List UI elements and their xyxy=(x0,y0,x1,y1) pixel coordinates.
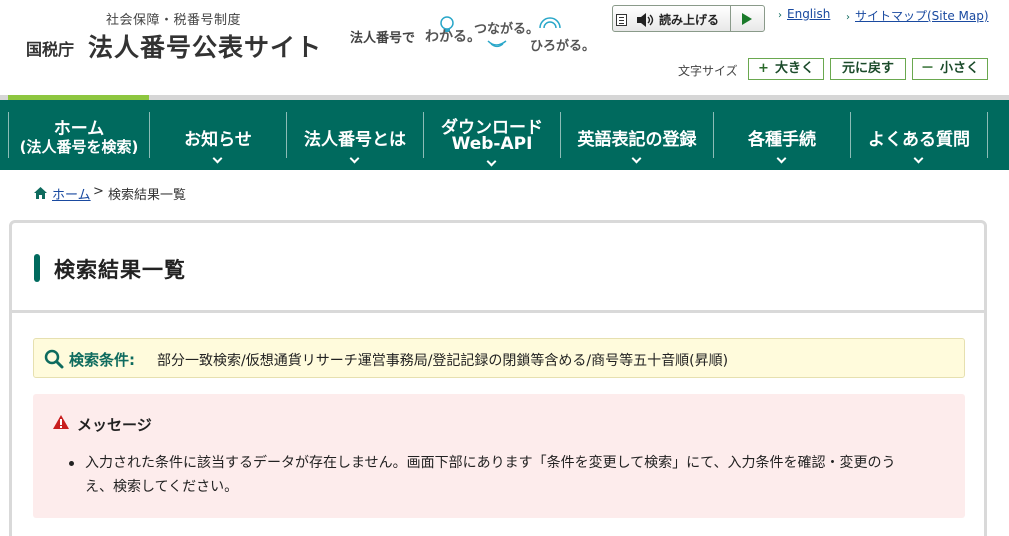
nav-item-sublabel: (法人番号を検索) xyxy=(19,138,139,156)
minus-icon: － xyxy=(920,61,934,76)
nav-item-procedures[interactable]: 各種手続 xyxy=(714,100,850,170)
nav-item-news[interactable]: お知らせ xyxy=(150,100,286,170)
nav-item-sublabel: Web-API xyxy=(451,134,533,154)
title-divider xyxy=(12,310,984,313)
global-nav: ホーム (法人番号を検索) お知らせ 法人番号とは ダウンロード Web-API… xyxy=(0,100,1009,170)
breadcrumb-home-link[interactable]: ホーム xyxy=(52,184,91,203)
search-icon xyxy=(44,349,64,369)
nav-item-faq[interactable]: よくある質問 xyxy=(851,100,987,170)
font-large-button[interactable]: + 大きく xyxy=(748,58,824,80)
chevron-down-icon xyxy=(631,153,642,164)
breadcrumb-current: 検索結果一覧 xyxy=(108,188,187,203)
play-icon[interactable] xyxy=(742,13,752,25)
chevron-down-icon xyxy=(913,153,924,164)
chevron-down-icon xyxy=(486,156,497,167)
tagline-prefix: 法人番号で xyxy=(350,31,416,46)
message-line-2: え、検索してください。 xyxy=(85,479,239,495)
font-reset-button[interactable]: 元に戻す xyxy=(830,58,906,80)
read-aloud-button[interactable]: 読み上げる xyxy=(613,6,731,31)
site-tagline: 法人番号で わかる。 つながる。 ひろがる。 xyxy=(350,14,600,54)
plus-icon: + xyxy=(758,61,769,76)
nav-divider xyxy=(987,112,988,158)
chevron-down-icon xyxy=(349,153,360,164)
font-size-label: 文字サイズ xyxy=(678,64,738,78)
read-aloud-label: 読み上げる xyxy=(659,13,720,27)
chevron-down-icon xyxy=(776,153,787,164)
nav-item-english-registration[interactable]: 英語表記の登録 xyxy=(561,100,713,170)
english-link-row: › English xyxy=(778,7,830,21)
message-box: メッセージ 入力された条件に該当するデータが存在しません。画面下部にあります「条… xyxy=(33,394,965,518)
logo-agency: 国税庁 xyxy=(26,40,75,59)
read-aloud-menu-icon[interactable] xyxy=(616,14,627,26)
logo-subtitle: 社会保障・税番号制度 xyxy=(106,13,242,28)
nav-item-home[interactable]: ホーム (法人番号を検索) xyxy=(9,100,149,170)
nav-item-label: 法人番号とは xyxy=(304,130,406,150)
tagline-word-wakaru: わかる。 xyxy=(425,29,481,45)
search-condition-box: 検索条件: 部分一致検索/仮想通貨リサーチ運営事務局/登記記録の閉鎖等含める/商… xyxy=(33,338,965,378)
home-icon xyxy=(34,187,47,199)
message-line-1: 入力された条件に該当するデータが存在しません。画面下部にあります「条件を変更して… xyxy=(85,455,896,471)
font-large-label: 大きく xyxy=(774,61,814,76)
title-accent-bar xyxy=(34,254,40,282)
nav-item-label: 英語表記の登録 xyxy=(577,130,697,150)
message-list: 入力された条件に該当するデータが存在しません。画面下部にあります「条件を変更して… xyxy=(69,451,945,499)
message-title: メッセージ xyxy=(77,416,152,434)
sitemap-link-row: › サイトマップ(Site Map) xyxy=(846,7,989,24)
chevron-right-icon: › xyxy=(846,12,850,23)
font-small-label: 小さく xyxy=(940,61,980,76)
sitemap-link[interactable]: サイトマップ(Site Map) xyxy=(855,9,989,23)
read-aloud-widget: 読み上げる xyxy=(612,5,765,32)
page-title: 検索結果一覧 xyxy=(54,258,186,282)
english-link-top[interactable]: English xyxy=(787,7,830,21)
chevron-down-icon xyxy=(212,153,223,164)
nav-item-about[interactable]: 法人番号とは xyxy=(287,100,423,170)
search-condition-label: 検索条件: xyxy=(69,351,135,369)
speaker-icon xyxy=(637,13,654,27)
search-condition-value: 部分一致検索/仮想通貨リサーチ運営事務局/登記記録の閉鎖等含める/商号等五十音順… xyxy=(157,353,729,369)
warning-icon xyxy=(53,415,69,429)
nav-item-download[interactable]: ダウンロード Web-API xyxy=(424,100,560,170)
nav-item-label: 各種手続 xyxy=(748,130,816,150)
results-panel: 検索結果一覧 検索条件: 部分一致検索/仮想通貨リサーチ運営事務局/登記記録の閉… xyxy=(9,220,987,536)
font-reset-label: 元に戻す xyxy=(841,61,894,76)
logo-main-title: 法人番号公表サイト xyxy=(88,33,323,62)
nav-item-label: よくある質問 xyxy=(868,130,970,150)
tagline-word-hirogaru: ひろがる。 xyxy=(530,39,596,54)
breadcrumb-separator: > xyxy=(93,184,104,199)
message-item: 入力された条件に該当するデータが存在しません。画面下部にあります「条件を変更して… xyxy=(69,451,945,499)
chevron-right-icon: › xyxy=(778,10,782,21)
nav-item-label: お知らせ xyxy=(184,130,252,150)
font-small-button[interactable]: － 小さく xyxy=(912,58,988,80)
